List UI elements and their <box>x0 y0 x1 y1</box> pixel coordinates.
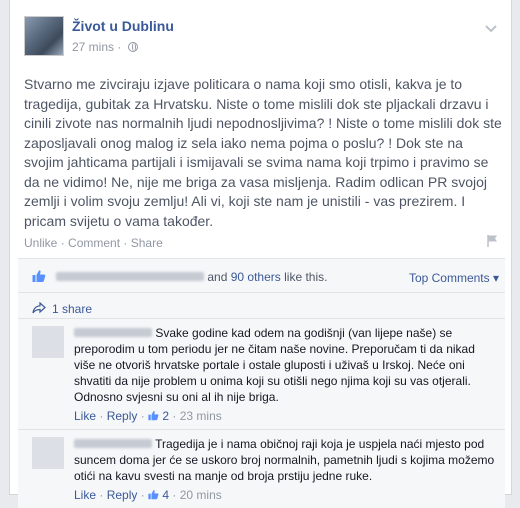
comment-time[interactable]: 23 mins <box>180 409 222 423</box>
post-actions: Unlike · Comment · Share <box>24 236 163 250</box>
likes-and-text: and <box>207 270 228 284</box>
meta-separator: · <box>117 40 122 54</box>
globe-icon[interactable] <box>127 42 138 52</box>
top-comments-dropdown[interactable]: Top Comments ▾ <box>409 271 499 285</box>
shares-link[interactable]: 1 share <box>52 302 92 316</box>
thumbs-up-icon <box>32 270 46 282</box>
comment-like-button[interactable]: Like <box>74 488 96 502</box>
blurred-commenter-name[interactable] <box>74 439 152 448</box>
comment-button[interactable]: Comment <box>68 236 120 250</box>
comment-body: Svake godine kad odem na godišnji (van l… <box>74 319 505 405</box>
action-separator: · <box>60 236 65 250</box>
comment: Svake godine kad odem na godišnji (van l… <box>18 319 505 430</box>
share-button[interactable]: Share <box>131 236 163 250</box>
comment-reply-button[interactable]: Reply <box>107 409 138 423</box>
feedback-section: and 90 others like this. Top Comments ▾ … <box>18 258 505 508</box>
shares-row: 1 share <box>18 293 505 319</box>
likes-row: and 90 others like this. Top Comments ▾ <box>18 259 505 293</box>
blurred-commenter-name[interactable] <box>74 328 152 337</box>
post-meta: 27 mins · <box>72 40 138 54</box>
commenter-avatar[interactable] <box>32 437 64 469</box>
comment-time[interactable]: 20 mins <box>180 488 222 502</box>
flag-icon[interactable] <box>487 234 499 248</box>
likes-suffix: like this. <box>284 270 328 284</box>
post-text: Stvarno me zivciraju izjave politicara o… <box>24 76 502 229</box>
action-separator: · <box>123 236 128 250</box>
comment-actions: Like · Reply · 4 · 20 mins <box>74 488 222 502</box>
others-link[interactable]: 90 others <box>231 270 281 284</box>
chevron-down-icon[interactable] <box>483 20 499 36</box>
unlike-button[interactable]: Unlike <box>24 236 57 250</box>
comment-like-count[interactable]: 2 <box>162 409 169 423</box>
likes-summary: and 90 others like this. <box>56 270 327 284</box>
comment-actions: Like · Reply · 2 · 23 mins <box>74 409 222 423</box>
comment: Tragedija je i nama običnoj raji koja je… <box>18 430 505 508</box>
comment-body: Tragedija je i nama običnoj raji koja je… <box>74 430 505 484</box>
blurred-names[interactable] <box>56 272 204 281</box>
post-timestamp[interactable]: 27 mins <box>72 40 114 54</box>
page-avatar[interactable] <box>24 16 64 56</box>
thumbs-up-icon <box>148 411 159 421</box>
page-name[interactable]: Život u Dublinu <box>72 18 174 34</box>
commenter-avatar[interactable] <box>32 326 64 358</box>
comment-reply-button[interactable]: Reply <box>107 488 138 502</box>
post-header: Život u Dublinu 27 mins · <box>10 0 511 62</box>
comment-like-button[interactable]: Like <box>74 409 96 423</box>
comment-like-count[interactable]: 4 <box>162 488 169 502</box>
post-card: Život u Dublinu 27 mins · Stvarno me ziv… <box>9 0 512 508</box>
comment-text: Svake godine kad odem na godišnji (van l… <box>74 326 475 404</box>
share-arrow-icon <box>32 302 46 314</box>
